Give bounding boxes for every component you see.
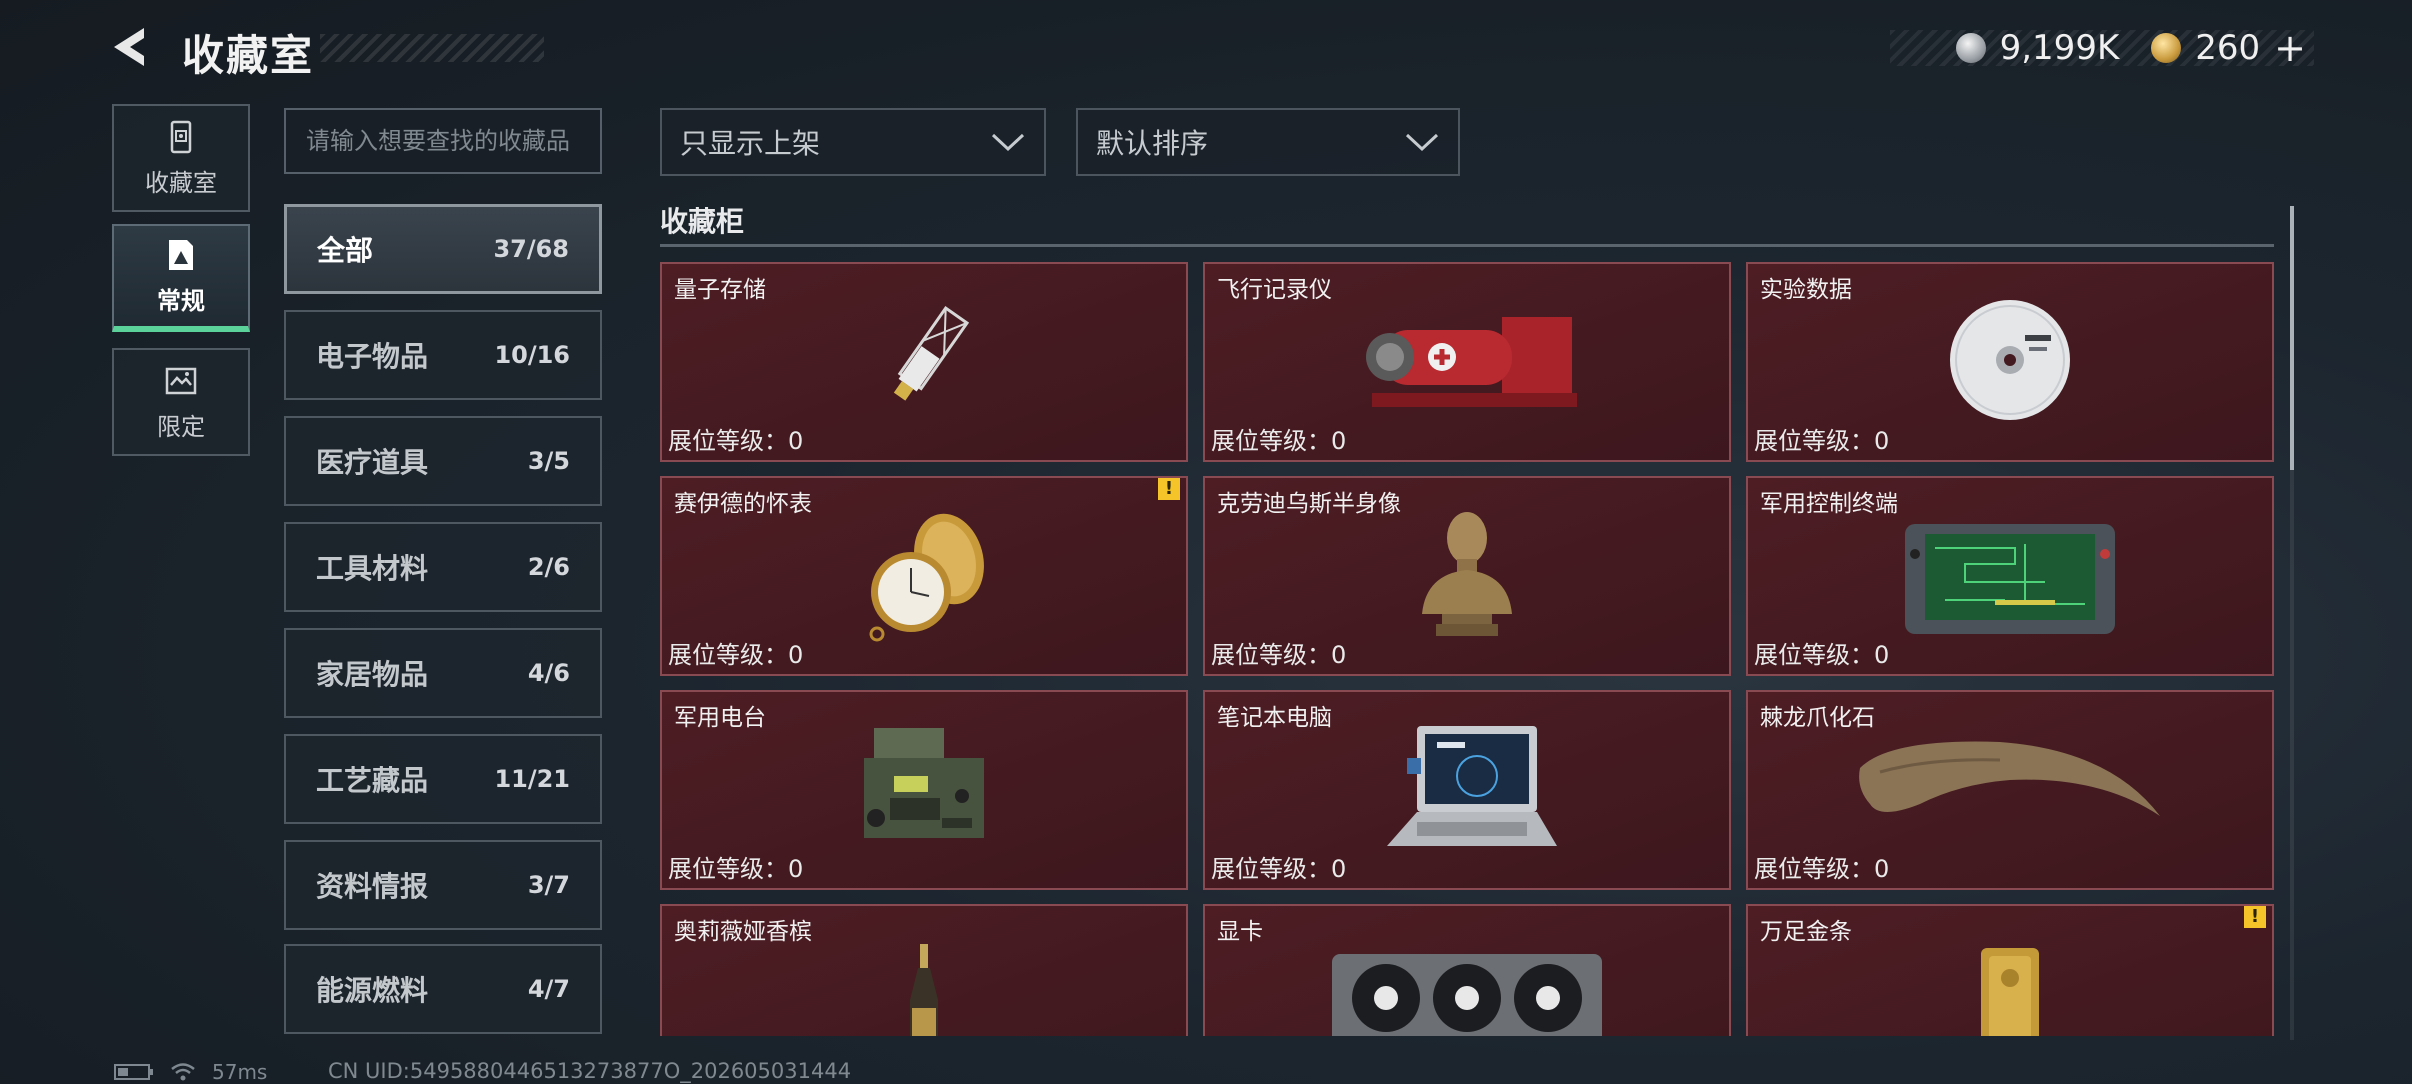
- category-name: 工具材料: [316, 552, 429, 585]
- collection-card[interactable]: 实验数据 展位等级：0: [1746, 262, 2274, 462]
- display-filter-dropdown[interactable]: 只显示上架: [660, 108, 1046, 176]
- scrollbar[interactable]: [2290, 206, 2294, 1040]
- card-level: 展位等级：0: [1211, 427, 1347, 455]
- collection-grid: 量子存储 展位等级：0 飞行记录仪 展位等级：0 实验数据 展位等级：0 赛伊德…: [660, 262, 2274, 1036]
- gold-bar-icon: [1748, 938, 2272, 1036]
- category-count: 2/6: [527, 553, 570, 581]
- page-title: 收藏室: [182, 31, 315, 80]
- category-household[interactable]: 家居物品 4/6: [284, 628, 602, 718]
- quantum-storage-icon: [662, 296, 1186, 424]
- experiment-data-disc-icon: [1748, 296, 2272, 424]
- collection-card[interactable]: 显卡: [1203, 904, 1731, 1036]
- sort-value: 默认排序: [1096, 127, 1209, 160]
- pocket-watch-icon: [662, 510, 1186, 642]
- card-level: 展位等级：0: [1211, 641, 1347, 669]
- category-name: 电子物品: [316, 340, 429, 373]
- chevron-down-icon: [1405, 133, 1439, 152]
- warning-icon: !: [2244, 906, 2266, 928]
- collection-room-icon: [170, 120, 192, 153]
- bust-statue-icon: [1205, 510, 1729, 638]
- collection-card[interactable]: 量子存储 展位等级：0: [660, 262, 1188, 462]
- collection-card[interactable]: 克劳迪乌斯半身像 展位等级：0: [1203, 476, 1731, 676]
- category-count: 4/6: [527, 659, 570, 687]
- section-divider: [660, 244, 2274, 247]
- nav-item-label: 常规: [157, 286, 205, 315]
- title-decoration: [320, 34, 544, 62]
- silver-currency-value: 9,199K: [1999, 28, 2120, 68]
- wifi-icon: [171, 1063, 195, 1081]
- collection-card[interactable]: 赛伊德的怀表 ! 展位等级：0: [660, 476, 1188, 676]
- nav-item-limited[interactable]: 限定: [112, 348, 250, 456]
- category-name: 资料情报: [316, 870, 429, 903]
- military-terminal-icon: [1748, 510, 2272, 638]
- category-name: 医疗道具: [316, 446, 429, 479]
- card-level: 展位等级：0: [668, 641, 804, 669]
- dinosaur-claw-fossil-icon: [1748, 724, 2272, 852]
- user-uid: CN UID:5495880446513273877O_202605031444: [328, 1059, 852, 1083]
- collection-card[interactable]: 奥莉薇娅香槟: [660, 904, 1188, 1036]
- collection-card[interactable]: 万足金条 !: [1746, 904, 2274, 1036]
- section-title: 收藏柜: [660, 205, 745, 238]
- search-box[interactable]: [284, 108, 602, 174]
- warning-icon: !: [1158, 478, 1180, 500]
- category-tools[interactable]: 工具材料 2/6: [284, 522, 602, 612]
- gold-currency-value: 260: [2195, 28, 2261, 68]
- scrollbar-thumb[interactable]: [2290, 206, 2294, 470]
- category-count: 4/7: [527, 975, 570, 1003]
- card-level: 展位等级：0: [1211, 855, 1347, 883]
- category-energy[interactable]: 能源燃料 4/7: [284, 944, 602, 1034]
- category-intel[interactable]: 资料情报 3/7: [284, 840, 602, 930]
- category-count: 37/68: [493, 235, 569, 263]
- collection-card[interactable]: 棘龙爪化石 展位等级：0: [1746, 690, 2274, 890]
- laptop-icon: [1205, 724, 1729, 852]
- card-level: 展位等级：0: [1754, 641, 1890, 669]
- category-medical[interactable]: 医疗道具 3/5: [284, 416, 602, 506]
- champagne-bottle-icon: [662, 938, 1186, 1036]
- limited-icon: [165, 367, 197, 394]
- nav-item-label: 收藏室: [145, 168, 217, 197]
- search-input[interactable]: [306, 127, 580, 155]
- category-count: 11/21: [494, 765, 570, 793]
- category-name: 工艺藏品: [316, 764, 429, 797]
- collection-card[interactable]: 军用控制终端 展位等级：0: [1746, 476, 2274, 676]
- category-name: 能源燃料: [316, 974, 429, 1007]
- category-crafts[interactable]: 工艺藏品 11/21: [284, 734, 602, 824]
- nav-item-regular[interactable]: 常规: [112, 224, 250, 332]
- collection-card[interactable]: 飞行记录仪 展位等级：0: [1203, 262, 1731, 462]
- graphics-card-icon: [1205, 938, 1729, 1036]
- category-count: 3/5: [527, 447, 570, 475]
- sort-dropdown[interactable]: 默认排序: [1076, 108, 1460, 176]
- regular-icon: [169, 239, 193, 270]
- add-currency-button[interactable]: +: [2274, 26, 2306, 70]
- military-radio-icon: [662, 724, 1186, 852]
- category-name: 全部: [317, 234, 374, 267]
- category-name: 家居物品: [316, 658, 429, 691]
- card-level: 展位等级：0: [1754, 427, 1890, 455]
- display-filter-value: 只显示上架: [680, 127, 821, 160]
- card-level: 展位等级：0: [668, 427, 804, 455]
- gold-coin-icon: [2151, 33, 2182, 63]
- back-arrow-icon[interactable]: [110, 24, 156, 70]
- battery-icon: [114, 1064, 153, 1080]
- card-level: 展位等级：0: [668, 855, 804, 883]
- chevron-down-icon: [991, 133, 1025, 152]
- silver-coin-icon: [1955, 33, 1986, 63]
- category-count: 10/16: [494, 341, 570, 369]
- category-electronics[interactable]: 电子物品 10/16: [284, 310, 602, 400]
- nav-item-collection-room[interactable]: 收藏室: [112, 104, 250, 212]
- flight-recorder-icon: [1205, 296, 1729, 424]
- collection-card[interactable]: 军用电台 展位等级：0: [660, 690, 1188, 890]
- ping-value: 57ms: [212, 1060, 268, 1084]
- nav-item-label: 限定: [157, 412, 205, 441]
- currency-bar: 9,199K 260 +: [1890, 26, 2314, 70]
- category-all[interactable]: 全部 37/68: [284, 204, 602, 294]
- card-level: 展位等级：0: [1754, 855, 1890, 883]
- category-count: 3/7: [527, 871, 570, 899]
- collection-card[interactable]: 笔记本电脑 展位等级：0: [1203, 690, 1731, 890]
- status-bar: 57ms: [114, 1060, 267, 1084]
